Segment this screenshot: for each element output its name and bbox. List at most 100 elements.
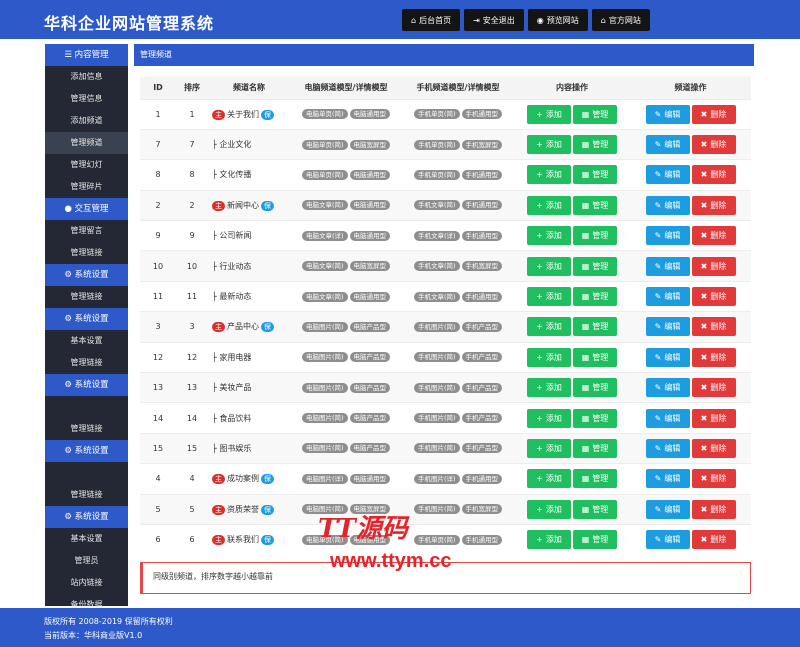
add-content-button[interactable]: + 添加 [527, 287, 571, 307]
manage-content-button[interactable]: ▦ 管理 [573, 317, 617, 337]
add-content-button[interactable]: + 添加 [527, 256, 571, 276]
add-content-button[interactable]: + 添加 [527, 378, 571, 398]
sidebar-item[interactable]: 管理链接 [45, 286, 128, 308]
sidebar-item[interactable]: 基本设置 [45, 330, 128, 352]
delete-channel-button[interactable]: ✖ 删除 [691, 287, 736, 307]
channel-name[interactable]: ├ 文化传播 [212, 170, 251, 179]
delete-channel-button[interactable]: ✖ 删除 [691, 469, 736, 489]
edit-channel-button[interactable]: ✎ 编辑 [645, 195, 690, 215]
delete-channel-button[interactable]: ✖ 删除 [691, 499, 736, 519]
delete-channel-button[interactable]: ✖ 删除 [691, 104, 736, 124]
channel-name[interactable]: 产品中心 [227, 322, 259, 331]
sidebar-item[interactable]: 管理链接 [45, 484, 128, 506]
edit-channel-button[interactable]: ✎ 编辑 [645, 226, 690, 246]
manage-content-button[interactable]: ▦ 管理 [573, 226, 617, 246]
sidebar-item[interactable]: 管理链接 [45, 242, 128, 264]
channel-name[interactable]: 关于我们 [227, 110, 259, 119]
add-content-button[interactable]: + 添加 [527, 469, 571, 489]
add-content-button[interactable]: + 添加 [527, 165, 571, 185]
edit-channel-button[interactable]: ✎ 编辑 [645, 469, 690, 489]
top-nav-button-0[interactable]: ⌂ 后台首页 [402, 9, 461, 31]
edit-channel-button[interactable]: ✎ 编辑 [645, 256, 690, 276]
sidebar-item[interactable]: 管理碎片 [45, 176, 128, 198]
manage-content-button[interactable]: ▦ 管理 [573, 378, 617, 398]
manage-content-button[interactable]: ▦ 管理 [573, 469, 617, 489]
add-content-button[interactable]: + 添加 [527, 226, 571, 246]
top-nav-button-1[interactable]: ⇥ 安全退出 [464, 9, 524, 31]
add-content-button[interactable]: + 添加 [527, 104, 571, 124]
edit-channel-button[interactable]: ✎ 编辑 [645, 135, 690, 155]
edit-channel-button[interactable]: ✎ 编辑 [645, 499, 690, 519]
edit-channel-button[interactable]: ✎ 编辑 [645, 347, 690, 367]
manage-content-button[interactable]: ▦ 管理 [573, 499, 617, 519]
delete-channel-button[interactable]: ✖ 删除 [691, 195, 736, 215]
sidebar-item[interactable]: 添加信息 [45, 66, 128, 88]
sidebar-item[interactable]: 管理链接 [45, 418, 128, 440]
delete-channel-button[interactable]: ✖ 删除 [691, 347, 736, 367]
channel-name[interactable]: ├ 图书娱乐 [212, 444, 251, 453]
add-content-button[interactable]: + 添加 [527, 499, 571, 519]
channel-name[interactable]: ├ 企业文化 [212, 140, 251, 149]
manage-content-button[interactable]: ▦ 管理 [573, 104, 617, 124]
sidebar-item[interactable]: 管理频道 [45, 132, 128, 154]
sidebar-item[interactable]: 管理员 [45, 550, 128, 572]
channel-name[interactable]: ├ 食品饮料 [212, 414, 251, 423]
add-content-button[interactable]: + 添加 [527, 195, 571, 215]
manage-content-button[interactable]: ▦ 管理 [573, 287, 617, 307]
manage-content-button[interactable]: ▦ 管理 [573, 165, 617, 185]
manage-label: 管理 [592, 474, 609, 484]
sidebar-item[interactable]: 站内链接 [45, 572, 128, 594]
channel-name[interactable]: ├ 家用电器 [212, 353, 251, 362]
delete-channel-button[interactable]: ✖ 删除 [691, 165, 736, 185]
add-content-button[interactable]: + 添加 [527, 408, 571, 428]
add-content-button[interactable]: + 添加 [527, 135, 571, 155]
channel-name[interactable]: ├ 美妆产品 [212, 383, 251, 392]
top-nav-button-2[interactable]: ◉ 预览网站 [527, 9, 588, 31]
edit-channel-button[interactable]: ✎ 编辑 [645, 530, 690, 550]
edit-channel-button[interactable]: ✎ 编辑 [645, 287, 690, 307]
channel-actions-cell: ✎ 编辑 ✖ 删除 [630, 402, 751, 434]
sidebar-item[interactable]: 管理链接 [45, 352, 128, 374]
channel-name[interactable]: ├ 公司新闻 [212, 231, 251, 240]
edit-channel-button[interactable]: ✎ 编辑 [645, 438, 690, 458]
top-nav-button-3[interactable]: ⌂ 官方网站 [591, 9, 650, 31]
delete-channel-button[interactable]: ✖ 删除 [691, 256, 736, 276]
column-header: 频道名称 [208, 77, 290, 99]
delete-channel-button[interactable]: ✖ 删除 [691, 226, 736, 246]
manage-content-button[interactable]: ▦ 管理 [573, 530, 617, 550]
manage-content-button[interactable]: ▦ 管理 [573, 438, 617, 458]
delete-channel-button[interactable]: ✖ 删除 [691, 135, 736, 155]
edit-channel-button[interactable]: ✎ 编辑 [645, 317, 690, 337]
manage-content-button[interactable]: ▦ 管理 [573, 347, 617, 367]
sidebar-item[interactable] [45, 462, 128, 484]
delete-channel-button[interactable]: ✖ 删除 [691, 378, 736, 398]
sidebar-item[interactable]: 基本设置 [45, 528, 128, 550]
sidebar-item[interactable] [45, 396, 128, 418]
delete-channel-button[interactable]: ✖ 删除 [691, 438, 736, 458]
sidebar-item[interactable]: 管理留言 [45, 220, 128, 242]
delete-channel-button[interactable]: ✖ 删除 [691, 408, 736, 428]
channel-name[interactable]: 联系我们 [227, 535, 259, 544]
sidebar-item[interactable]: 管理幻灯 [45, 154, 128, 176]
add-content-button[interactable]: + 添加 [527, 438, 571, 458]
manage-content-button[interactable]: ▦ 管理 [573, 195, 617, 215]
delete-channel-button[interactable]: ✖ 删除 [691, 530, 736, 550]
sidebar-item[interactable]: 管理信息 [45, 88, 128, 110]
add-content-button[interactable]: + 添加 [527, 530, 571, 550]
delete-channel-button[interactable]: ✖ 删除 [691, 317, 736, 337]
channel-name[interactable]: 新闻中心 [227, 201, 259, 210]
manage-content-button[interactable]: ▦ 管理 [573, 256, 617, 276]
add-content-button[interactable]: + 添加 [527, 317, 571, 337]
manage-content-button[interactable]: ▦ 管理 [573, 135, 617, 155]
edit-channel-button[interactable]: ✎ 编辑 [645, 378, 690, 398]
channel-name[interactable]: 资质荣誉 [227, 505, 259, 514]
channel-name[interactable]: ├ 最新动态 [212, 292, 251, 301]
add-content-button[interactable]: + 添加 [527, 347, 571, 367]
edit-channel-button[interactable]: ✎ 编辑 [645, 104, 690, 124]
manage-content-button[interactable]: ▦ 管理 [573, 408, 617, 428]
sidebar-item[interactable]: 添加频道 [45, 110, 128, 132]
channel-name[interactable]: ├ 行业动态 [212, 262, 251, 271]
edit-channel-button[interactable]: ✎ 编辑 [645, 165, 690, 185]
channel-name[interactable]: 成功案例 [227, 474, 259, 483]
edit-channel-button[interactable]: ✎ 编辑 [645, 408, 690, 428]
